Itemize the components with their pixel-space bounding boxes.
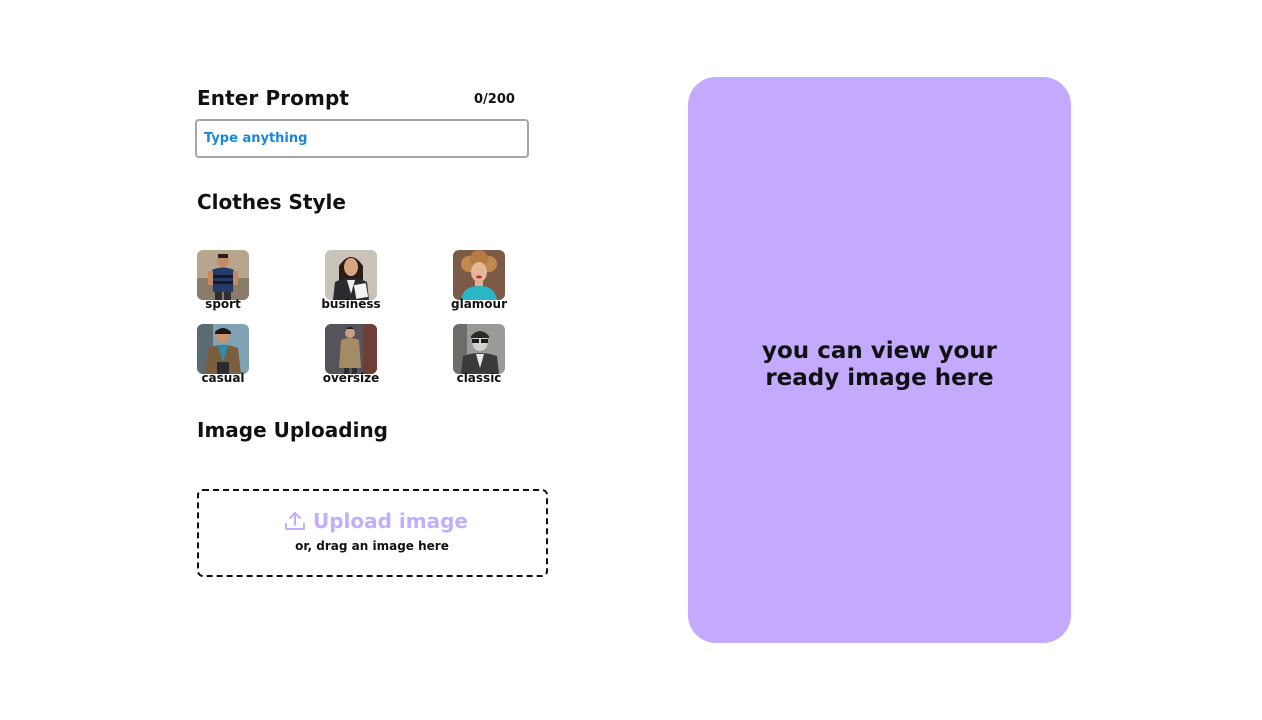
style-label-oversize: oversize xyxy=(322,371,380,385)
style-option-oversize[interactable]: oversize xyxy=(323,324,405,388)
result-preview-panel: you can view your ready image here xyxy=(688,77,1071,643)
upload-icon xyxy=(283,509,307,533)
preview-placeholder-text: you can view your ready image here xyxy=(762,338,997,391)
clothes-style-title: Clothes Style xyxy=(197,190,346,214)
prompt-input[interactable] xyxy=(195,119,529,158)
upload-button[interactable]: Upload image xyxy=(283,509,468,533)
casual-style-photo xyxy=(197,324,249,374)
style-label-sport: sport xyxy=(205,297,241,311)
style-option-sport[interactable]: sport xyxy=(197,250,277,314)
style-label-classic: classic xyxy=(456,371,502,385)
classic-style-photo xyxy=(453,324,505,374)
upload-dropzone[interactable]: Upload image or, drag an image here xyxy=(197,489,548,577)
business-style-photo xyxy=(325,250,377,300)
style-option-business[interactable]: business xyxy=(321,250,405,314)
image-uploading-title: Image Uploading xyxy=(197,418,388,442)
sport-style-photo xyxy=(197,250,249,300)
upload-image-label: Upload image xyxy=(313,509,468,533)
prompt-title: Enter Prompt xyxy=(197,86,350,110)
style-option-casual[interactable]: casual xyxy=(197,324,277,388)
glamour-style-photo xyxy=(453,250,505,300)
oversize-style-photo xyxy=(325,324,377,374)
generator-form: Enter Prompt 0/200 Clothes Style xyxy=(195,0,557,720)
style-option-classic[interactable]: classic xyxy=(453,324,533,388)
clothes-style-grid: sport business glamour casual oversize c… xyxy=(197,250,537,390)
style-label-casual: casual xyxy=(201,371,245,385)
character-counter: 0/200 xyxy=(474,92,515,107)
style-label-glamour: glamour xyxy=(450,297,507,311)
drag-hint: or, drag an image here xyxy=(295,539,449,553)
style-option-glamour[interactable]: glamour xyxy=(451,250,533,314)
style-label-business: business xyxy=(321,297,381,311)
